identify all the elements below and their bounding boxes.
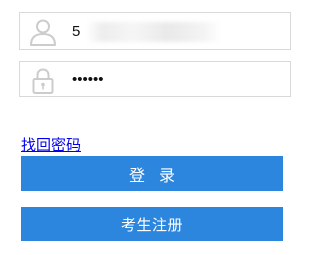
login-page: 找回密码 登录 考生注册 [0,0,301,255]
password-input[interactable] [72,62,282,96]
register-button[interactable]: 考生注册 [21,207,283,241]
username-field[interactable] [19,12,291,50]
login-button[interactable]: 登录 [21,156,283,191]
forgot-password-link[interactable]: 找回密码 [21,137,81,155]
lock-icon [28,66,58,96]
user-icon [28,17,58,47]
username-input[interactable] [72,13,282,49]
password-field[interactable] [19,61,291,97]
